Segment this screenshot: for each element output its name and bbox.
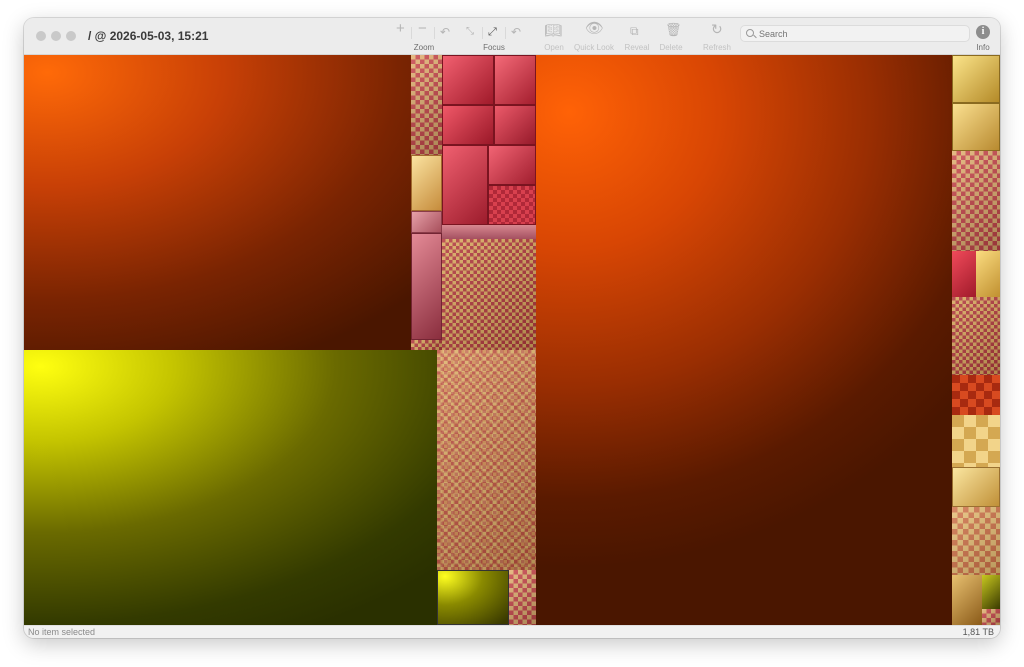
- treemap-item[interactable]: [442, 239, 536, 350]
- treemap-item[interactable]: [437, 350, 536, 570]
- treemap-item[interactable]: [952, 103, 1000, 151]
- minimize-window-button[interactable]: [51, 31, 61, 41]
- info-label: Info: [976, 43, 990, 52]
- zoom-label: Zoom: [413, 43, 435, 52]
- treemap-item[interactable]: [494, 55, 536, 105]
- treemap-item[interactable]: [411, 55, 442, 155]
- search-icon: [746, 29, 754, 37]
- focus-in-icon[interactable]: ⤡: [466, 25, 474, 39]
- treemap-item[interactable]: [411, 340, 442, 350]
- treemap-item[interactable]: [488, 185, 536, 225]
- treemap-item[interactable]: [952, 507, 1000, 575]
- treemap-item[interactable]: [411, 211, 442, 233]
- search-input[interactable]: [759, 26, 959, 41]
- treemap-item[interactable]: [952, 467, 1000, 507]
- info-icon[interactable]: i: [976, 25, 990, 39]
- treemap-item[interactable]: [982, 609, 1000, 625]
- treemap-item[interactable]: [411, 233, 442, 340]
- search-field[interactable]: [740, 25, 970, 42]
- treemap-item[interactable]: [437, 570, 509, 625]
- status-bar: No item selected 1,81 TB: [24, 625, 1000, 638]
- divider: [505, 27, 506, 39]
- reveal-icon[interactable]: ⧉: [630, 24, 639, 38]
- refresh-label[interactable]: Refresh: [687, 43, 747, 52]
- treemap-item[interactable]: [952, 151, 1000, 251]
- focus-reset-icon[interactable]: ↶: [511, 25, 521, 39]
- treemap-item[interactable]: [952, 251, 976, 297]
- divider: [411, 27, 412, 39]
- disk-usage-treemap[interactable]: [24, 55, 1000, 625]
- treemap-item[interactable]: [976, 251, 1000, 297]
- eye-icon[interactable]: 👁︎: [585, 21, 604, 36]
- window-title: / @ 2026-05-03, 15:21: [88, 29, 209, 43]
- zoom-out-icon[interactable]: −: [418, 21, 427, 36]
- divider: [482, 27, 483, 39]
- treemap-item[interactable]: [952, 415, 1000, 467]
- zoom-window-button[interactable]: [66, 31, 76, 41]
- treemap-item[interactable]: [442, 145, 488, 225]
- treemap-item[interactable]: [24, 350, 437, 625]
- selection-status: No item selected: [28, 627, 96, 637]
- toolbar: / @ 2026-05-03, 15:21 + − ↶ Zoom ⤡ ⤢ ↶ F…: [24, 18, 1000, 55]
- trash-icon[interactable]: 🗑︎: [665, 23, 682, 37]
- treemap-item[interactable]: [494, 105, 536, 145]
- focus-out-icon[interactable]: ⤢: [488, 25, 497, 39]
- focus-label: Focus: [483, 43, 505, 52]
- treemap-item[interactable]: [488, 145, 536, 185]
- zoom-reset-icon[interactable]: ↶: [440, 25, 450, 39]
- treemap-item[interactable]: [952, 375, 1000, 415]
- treemap-item[interactable]: [442, 225, 536, 239]
- refresh-icon[interactable]: ↻: [711, 22, 723, 36]
- treemap-item[interactable]: [442, 105, 494, 145]
- zoom-in-icon[interactable]: +: [396, 21, 405, 36]
- divider: [434, 27, 435, 39]
- close-window-button[interactable]: [36, 31, 46, 41]
- treemap-item[interactable]: [509, 570, 536, 625]
- total-size: 1,81 TB: [962, 627, 994, 637]
- treemap-item[interactable]: [442, 55, 494, 105]
- treemap-item[interactable]: [952, 575, 982, 625]
- book-icon[interactable]: 📖︎: [544, 23, 562, 37]
- treemap-item[interactable]: [952, 55, 1000, 103]
- treemap-item[interactable]: [952, 297, 1000, 375]
- treemap-item[interactable]: [411, 155, 442, 211]
- treemap-item[interactable]: [24, 55, 411, 350]
- app-window: / @ 2026-05-03, 15:21 + − ↶ Zoom ⤡ ⤢ ↶ F…: [24, 18, 1000, 638]
- treemap-item[interactable]: [982, 575, 1000, 609]
- treemap-item[interactable]: [536, 55, 952, 625]
